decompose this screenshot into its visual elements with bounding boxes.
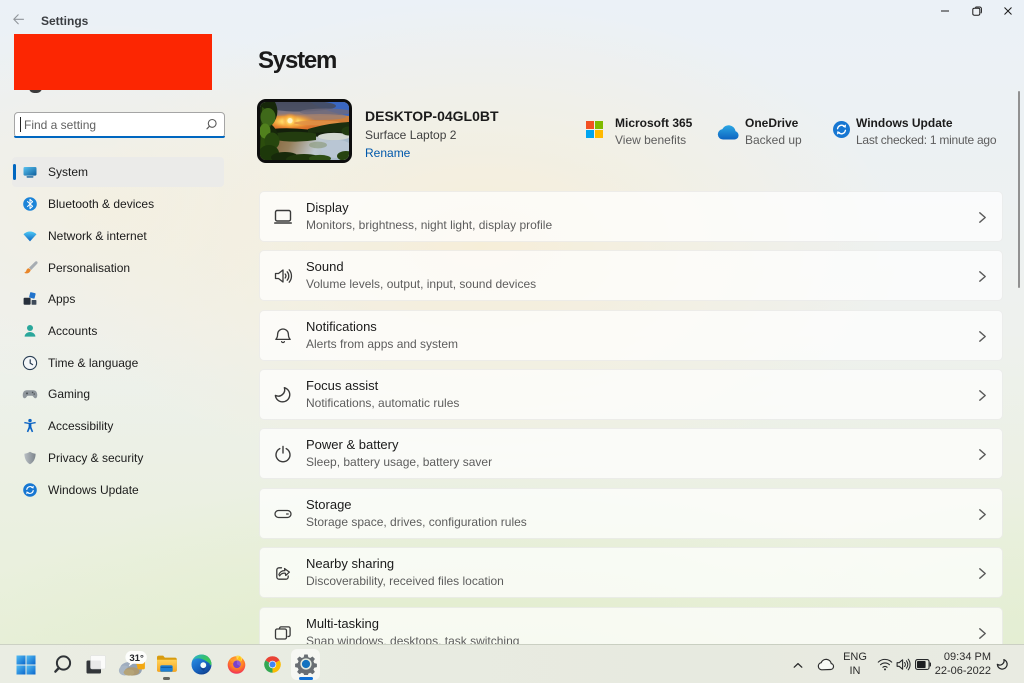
svg-text:31°: 31° xyxy=(129,653,144,664)
